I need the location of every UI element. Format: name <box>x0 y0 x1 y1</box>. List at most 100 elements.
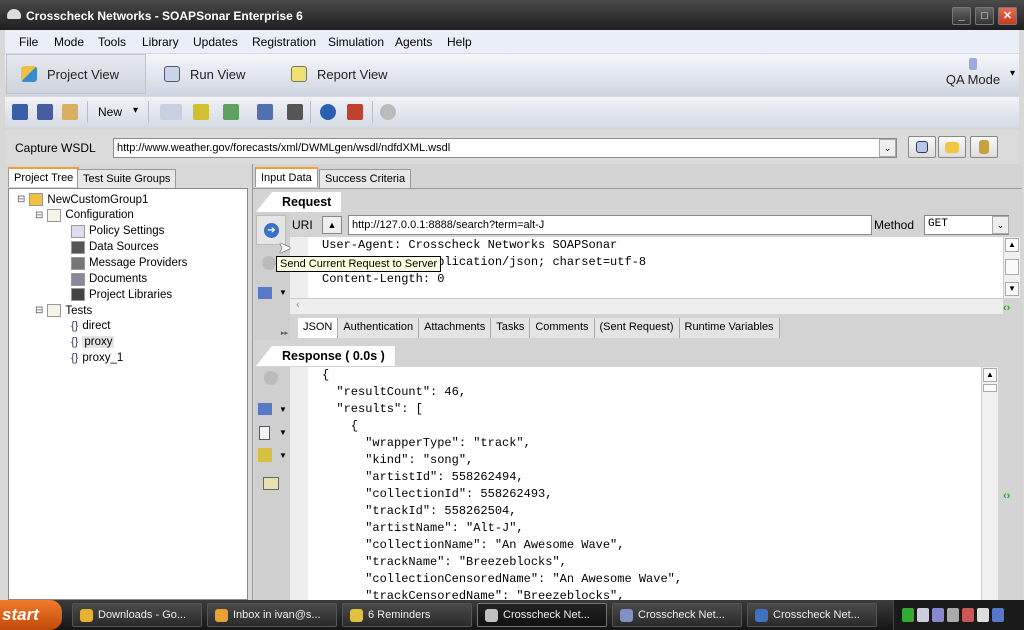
tab-attachments[interactable]: Attachments <box>419 318 492 338</box>
taskbar-button[interactable]: Crosscheck Net... <box>747 603 877 627</box>
open-folder-button[interactable] <box>938 136 966 158</box>
wsdl-dropdown-arrow[interactable]: ⌄ <box>879 139 896 157</box>
maximize-button[interactable]: □ <box>975 7 994 25</box>
tray-icon[interactable] <box>977 608 989 622</box>
collapse-icon[interactable]: ⊟ <box>17 194 25 205</box>
find-icon[interactable] <box>62 104 78 120</box>
taskbar-button[interactable]: Crosscheck Net... <box>612 603 742 627</box>
send-arrow-icon: ➔ <box>264 223 279 238</box>
validate-icon[interactable] <box>160 104 182 120</box>
tab-test-suite-groups[interactable]: Test Suite Groups <box>77 169 177 189</box>
tree-item[interactable]: Policy Settings <box>71 224 164 238</box>
menu-library[interactable]: Library <box>142 35 179 49</box>
tab-runtime-variables[interactable]: Runtime Variables <box>679 318 780 338</box>
tab-authentication[interactable]: Authentication <box>338 318 420 338</box>
tab-input-data[interactable]: Input Data <box>255 167 318 187</box>
script-icon[interactable] <box>258 448 272 462</box>
tree-item[interactable]: ⊟ Configuration <box>35 208 134 222</box>
tray-icon[interactable] <box>962 608 974 622</box>
tree-item[interactable]: {} direct <box>71 320 110 332</box>
headers-vertical-scrollbar[interactable]: ▲ ▼ <box>1003 237 1020 298</box>
data-sources-icon[interactable] <box>193 104 209 120</box>
method-dropdown-arrow[interactable]: ⌄ <box>992 216 1009 234</box>
start-button[interactable]: start <box>0 600 62 630</box>
response-folder-arrow[interactable]: ▼ <box>279 405 287 414</box>
tray-icon[interactable] <box>902 608 914 622</box>
tray-icon[interactable] <box>932 608 944 622</box>
close-button[interactable]: ✕ <box>998 7 1017 25</box>
new-button[interactable]: New <box>98 105 122 119</box>
menu-tools[interactable]: Tools <box>98 35 126 49</box>
tree-item[interactable]: Message Providers <box>71 256 187 270</box>
taskbar-button[interactable]: Inbox in ivan@s... <box>207 603 337 627</box>
report-view-button[interactable]: Report View <box>277 54 407 94</box>
tab-project-tree[interactable]: Project Tree <box>8 167 80 187</box>
taskbar-button-label: Crosscheck Net... <box>638 609 725 621</box>
tab-sent-request[interactable]: (Sent Request) <box>594 318 680 338</box>
tab-json[interactable]: JSON <box>298 318 339 338</box>
script-arrow[interactable]: ▼ <box>279 451 287 460</box>
taskbar-button-label: 6 Reminders <box>368 609 431 621</box>
taskbar-button[interactable]: 6 Reminders <box>342 603 472 627</box>
report-grid-icon[interactable] <box>347 104 363 120</box>
folder-menu-icon[interactable] <box>258 287 272 299</box>
headers-horizontal-scrollbar[interactable]: ‹ <box>290 298 1003 314</box>
tray-icon[interactable] <box>917 608 929 622</box>
tree-item-label: proxy <box>82 336 115 349</box>
qa-mode-dropdown-arrow[interactable]: ▾ <box>1010 68 1015 79</box>
document-icon[interactable] <box>259 426 270 440</box>
menu-updates[interactable]: Updates <box>193 35 238 49</box>
folder-menu-arrow[interactable]: ▼ <box>279 288 287 297</box>
libraries-icon[interactable] <box>287 104 303 120</box>
project-view-button[interactable]: Project View <box>6 54 146 94</box>
keys-button[interactable] <box>970 136 998 158</box>
tree-item[interactable]: Project Libraries <box>71 288 172 302</box>
tree-item[interactable]: {} proxy <box>71 336 115 349</box>
tree-item[interactable]: {} proxy_1 <box>71 352 123 364</box>
qa-mode-button[interactable]: QA Mode <box>933 58 1013 87</box>
tab-tasks[interactable]: Tasks <box>491 318 531 338</box>
response-resize-arrows-icon[interactable]: ‹› <box>1003 490 1010 502</box>
preview-icon[interactable] <box>263 477 279 490</box>
tree-item[interactable]: ⊟ NewCustomGroup1 <box>17 193 148 206</box>
capture-icon <box>916 141 928 153</box>
response-folder-icon[interactable] <box>258 403 272 415</box>
view-bar: Project View Run View Report View QA Mod… <box>5 54 1019 96</box>
tree-item[interactable]: Documents <box>71 272 147 286</box>
menu-agents[interactable]: Agents <box>395 35 432 49</box>
run-view-button[interactable]: Run View <box>150 54 280 94</box>
menu-registration[interactable]: Registration <box>252 35 316 49</box>
menu-file[interactable]: File <box>19 35 38 49</box>
tree-item-label: NewCustomGroup1 <box>47 193 149 206</box>
tray-icon[interactable] <box>992 608 1004 622</box>
menu-simulation[interactable]: Simulation <box>328 35 384 49</box>
open-icon[interactable] <box>12 104 28 120</box>
wsdl-url-input[interactable] <box>113 138 897 158</box>
document-arrow[interactable]: ▼ <box>279 428 287 437</box>
method-select[interactable]: GET ⌄ <box>924 215 1009 235</box>
tray-icon[interactable] <box>947 608 959 622</box>
response-body-viewer[interactable]: { "resultCount": 46, "results": [ { "wra… <box>308 367 981 600</box>
tree-item[interactable]: ⊟ Tests <box>35 304 92 318</box>
uri-input[interactable] <box>348 215 872 235</box>
resize-arrows-icon[interactable]: ‹› <box>1003 302 1010 314</box>
save-icon[interactable] <box>37 104 53 120</box>
globe-icon[interactable] <box>320 104 336 120</box>
menu-mode[interactable]: Mode <box>54 35 84 49</box>
tree-item[interactable]: Data Sources <box>71 240 159 254</box>
response-vertical-scrollbar[interactable]: ▲ <box>981 367 998 600</box>
collapse-icon[interactable]: ⊟ <box>35 305 43 316</box>
uri-collapse-button[interactable]: ▲ <box>322 216 342 234</box>
tab-success-criteria[interactable]: Success Criteria <box>319 169 412 189</box>
taskbar-button[interactable]: Downloads - Go... <box>72 603 202 627</box>
collapse-icon[interactable]: ⊟ <box>35 210 43 221</box>
documents-icon[interactable] <box>257 104 273 120</box>
expand-icon[interactable]: ▸▸ <box>281 329 288 337</box>
menu-help[interactable]: Help <box>447 35 472 49</box>
taskbar-button[interactable]: Crosscheck Net... <box>477 603 607 627</box>
capture-button[interactable] <box>908 136 936 158</box>
minimize-button[interactable]: _ <box>952 7 971 25</box>
new-dropdown-arrow[interactable]: ▾ <box>133 105 138 116</box>
tab-comments[interactable]: Comments <box>530 318 595 338</box>
sort-icon[interactable] <box>223 104 239 120</box>
